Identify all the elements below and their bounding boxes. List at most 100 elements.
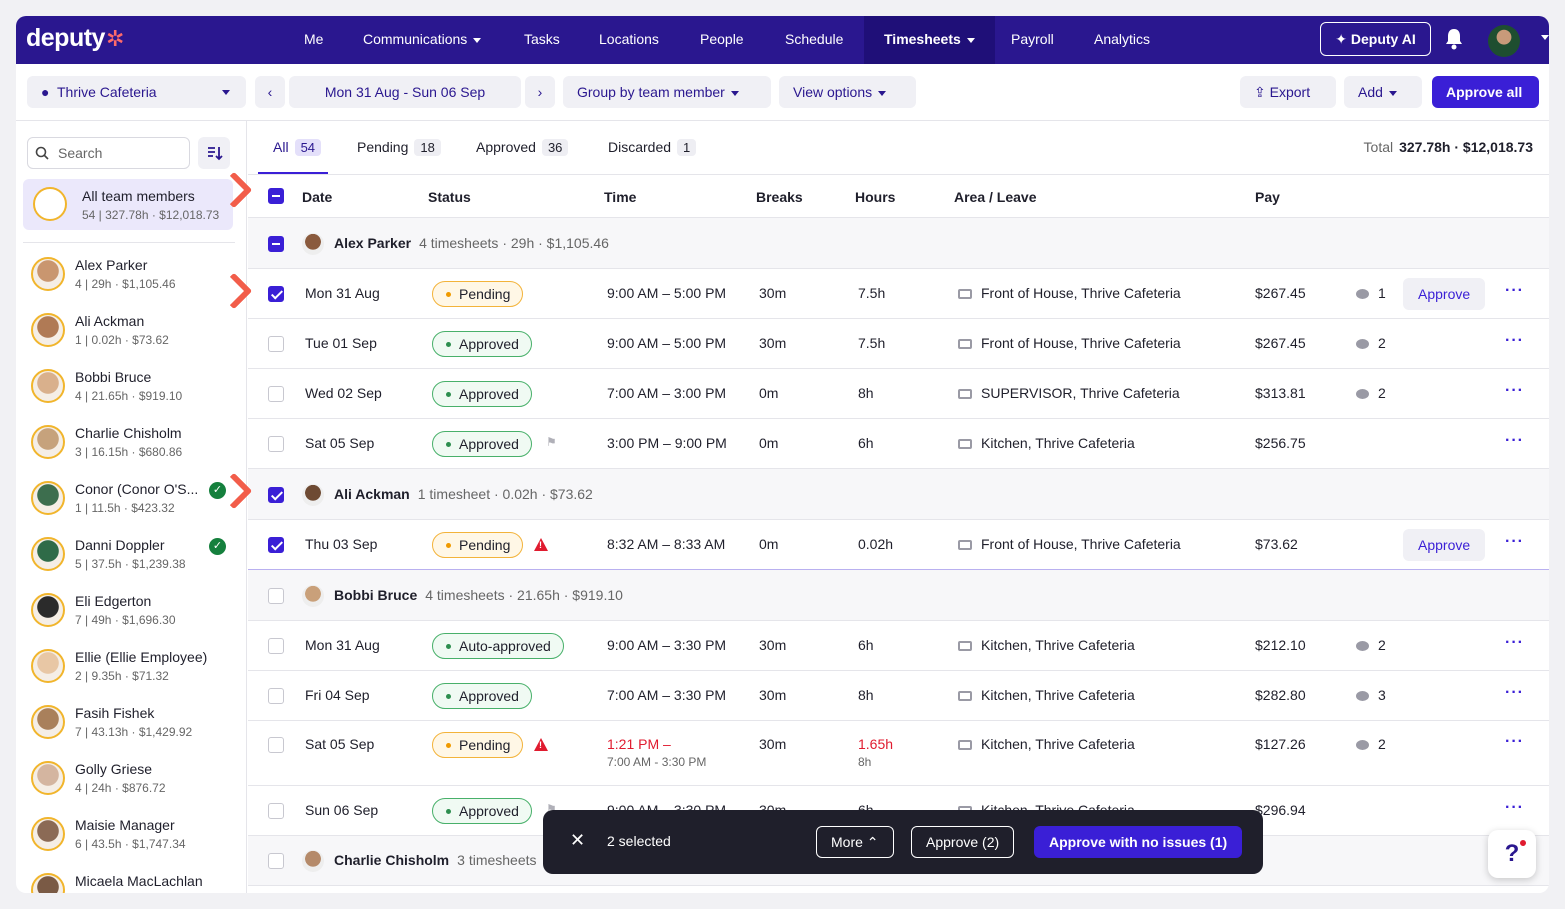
sidebar-member-item[interactable]: Fasih Fishek 7 | 43.13h · $1,429.92 — [16, 703, 246, 759]
more-button[interactable]: More ⌃ — [816, 826, 894, 858]
tab-discarded[interactable]: Discarded 1 — [608, 139, 697, 156]
tab-approved[interactable]: Approved 36 — [476, 139, 569, 156]
row-checkbox[interactable] — [268, 487, 284, 503]
comment-icon[interactable] — [1356, 339, 1369, 349]
comment-icon[interactable] — [1356, 289, 1369, 299]
sidebar-member-item[interactable]: Alex Parker 4 | 29h · $1,105.46 — [16, 255, 246, 311]
group-header-row[interactable]: Bobbi Bruce 4 timesheets · 21.65h · $919.… — [248, 570, 1549, 621]
row-checkbox[interactable] — [268, 853, 284, 869]
comment-count[interactable]: 1 — [1378, 285, 1386, 301]
comment-icon[interactable] — [1356, 740, 1369, 750]
row-checkbox[interactable] — [268, 688, 284, 704]
more-options-icon[interactable]: ··· — [1505, 282, 1524, 300]
row-checkbox[interactable] — [268, 537, 284, 553]
more-options-icon[interactable]: ··· — [1505, 634, 1524, 652]
export-button[interactable]: ⇪ Export — [1240, 76, 1336, 108]
location-select[interactable]: ● Thrive Cafeteria — [27, 76, 246, 108]
nav-schedule[interactable]: Schedule — [785, 16, 843, 64]
sidebar-member-item[interactable]: Ali Ackman 1 | 0.02h · $73.62 — [16, 311, 246, 367]
more-options-icon[interactable]: ··· — [1505, 332, 1524, 350]
nav-payroll[interactable]: Payroll — [1011, 16, 1054, 64]
search-input[interactable]: Search — [27, 137, 190, 169]
chevron-down-icon[interactable] — [1541, 35, 1549, 40]
sidebar-member-item[interactable]: Micaela MacLachlan — [16, 871, 246, 893]
more-options-icon[interactable]: ··· — [1505, 684, 1524, 702]
group-header-row[interactable]: Ali Ackman 1 timesheet · 0.02h · $73.62 — [248, 469, 1549, 520]
date-range[interactable]: Mon 31 Aug - Sun 06 Sep — [289, 76, 521, 108]
row-checkbox[interactable] — [268, 588, 284, 604]
deputy-logo[interactable]: deputy✲ — [26, 24, 124, 53]
row-checkbox[interactable] — [268, 436, 284, 452]
approve-button[interactable]: Approve — [1403, 529, 1486, 561]
row-checkbox[interactable] — [268, 336, 284, 352]
row-checkbox[interactable] — [268, 386, 284, 402]
col-breaks[interactable]: Breaks — [756, 189, 803, 205]
comment-icon[interactable] — [1356, 691, 1369, 701]
table-row[interactable]: Thu 03 Sep Pending 8:32 AM – 8:33 AM 0m 0.02… — [248, 520, 1549, 570]
help-button[interactable]: ? — [1488, 830, 1536, 878]
col-date[interactable]: Date — [302, 189, 332, 205]
col-hours[interactable]: Hours — [855, 189, 895, 205]
more-options-icon[interactable]: ··· — [1505, 799, 1524, 817]
approve-selected-button[interactable]: Approve (2) — [911, 826, 1015, 858]
row-checkbox[interactable] — [268, 638, 284, 654]
table-row[interactable]: Mon 31 Aug Pending 9:00 AM – 5:00 PM 30m 7.5… — [248, 269, 1549, 319]
approve-button[interactable]: Approve — [1403, 278, 1486, 310]
table-row[interactable]: Fri 04 Sep Approved 7:00 AM – 3:30 PM 30m 8h… — [248, 671, 1549, 721]
group-header-row[interactable]: Alex Parker 4 timesheets · 29h · $1,105.4… — [248, 218, 1549, 269]
table-row[interactable]: Tue 01 Sep Approved 9:00 AM – 5:00 PM 30m 7.… — [248, 319, 1549, 369]
prev-week-button[interactable]: ‹ — [255, 76, 285, 108]
nav-tasks[interactable]: Tasks — [524, 16, 560, 64]
view-options-button[interactable]: View options — [779, 76, 916, 108]
all-team-members-item[interactable]: All team members 54 | 327.78h · $12,018.… — [23, 179, 233, 230]
nav-timesheets[interactable]: Timesheets — [864, 16, 995, 64]
row-checkbox[interactable] — [268, 737, 284, 753]
more-options-icon[interactable]: ··· — [1505, 733, 1524, 751]
user-avatar[interactable] — [1488, 25, 1520, 57]
sidebar-member-item[interactable]: Maisie Manager 6 | 43.5h · $1,747.34 — [16, 815, 246, 871]
comment-count[interactable]: 2 — [1378, 736, 1386, 752]
sidebar-member-item[interactable]: Ellie (Ellie Employee) 2 | 9.35h · $71.32 — [16, 647, 246, 703]
sidebar-member-item[interactable]: Golly Griese 4 | 24h · $876.72 — [16, 759, 246, 815]
group-by-select[interactable]: Group by team member — [563, 76, 771, 108]
comment-icon[interactable] — [1356, 641, 1369, 651]
sidebar-member-item[interactable]: Eli Edgerton 7 | 49h · $1,696.30 — [16, 591, 246, 647]
bell-icon[interactable] — [1444, 28, 1464, 53]
table-row[interactable]: Sat 05 Sep Approved ⚑ 3:00 PM – 9:00 PM 0m 6h… — [248, 419, 1549, 469]
sidebar-member-item[interactable]: Danni Doppler 5 | 37.5h · $1,239.38 ✓ — [16, 535, 246, 591]
col-pay[interactable]: Pay — [1255, 189, 1280, 205]
sidebar-member-item[interactable]: Charlie Chisholm 3 | 16.15h · $680.86 — [16, 423, 246, 479]
sort-button[interactable] — [198, 137, 230, 169]
nav-communications[interactable]: Communications — [363, 16, 482, 64]
table-row[interactable]: Sat 05 Sep Pending 1:21 PM – 7:00 AM - 3:30… — [248, 721, 1549, 786]
nav-people[interactable]: People — [700, 16, 744, 64]
comment-count[interactable]: 3 — [1378, 687, 1386, 703]
more-options-icon[interactable]: ··· — [1505, 533, 1524, 551]
tab-all[interactable]: All 54 — [273, 139, 322, 156]
row-checkbox[interactable] — [268, 803, 284, 819]
tab-pending[interactable]: Pending 18 — [357, 139, 441, 156]
nav-analytics[interactable]: Analytics — [1094, 16, 1150, 64]
select-all-checkbox[interactable] — [268, 188, 284, 204]
comment-count[interactable]: 2 — [1378, 335, 1386, 351]
deputy-ai-button[interactable]: ✦ Deputy AI — [1320, 22, 1431, 56]
nav-me[interactable]: Me — [304, 16, 323, 64]
table-row[interactable]: Mon 31 Aug Auto-approved 9:00 AM – 3:30 PM… — [248, 621, 1549, 671]
col-time[interactable]: Time — [604, 189, 636, 205]
row-checkbox[interactable] — [268, 236, 284, 252]
sidebar-member-item[interactable]: Bobbi Bruce 4 | 21.65h · $919.10 — [16, 367, 246, 423]
comment-count[interactable]: 2 — [1378, 385, 1386, 401]
more-options-icon[interactable]: ··· — [1505, 432, 1524, 450]
col-status[interactable]: Status — [428, 189, 471, 205]
comment-count[interactable]: 2 — [1378, 637, 1386, 653]
close-icon[interactable]: ✕ — [570, 830, 585, 851]
add-button[interactable]: Add — [1344, 76, 1422, 108]
sidebar-member-item[interactable]: Conor (Conor O'S... 1 | 11.5h · $423.32 ✓ — [16, 479, 246, 535]
row-checkbox[interactable] — [268, 286, 284, 302]
comment-icon[interactable] — [1356, 389, 1369, 399]
table-row[interactable]: Wed 02 Sep Approved 7:00 AM – 3:00 PM 0m 8h S… — [248, 369, 1549, 419]
more-options-icon[interactable]: ··· — [1505, 382, 1524, 400]
nav-locations[interactable]: Locations — [599, 16, 659, 64]
next-week-button[interactable]: › — [525, 76, 555, 108]
approve-all-button[interactable]: Approve all — [1432, 76, 1539, 108]
